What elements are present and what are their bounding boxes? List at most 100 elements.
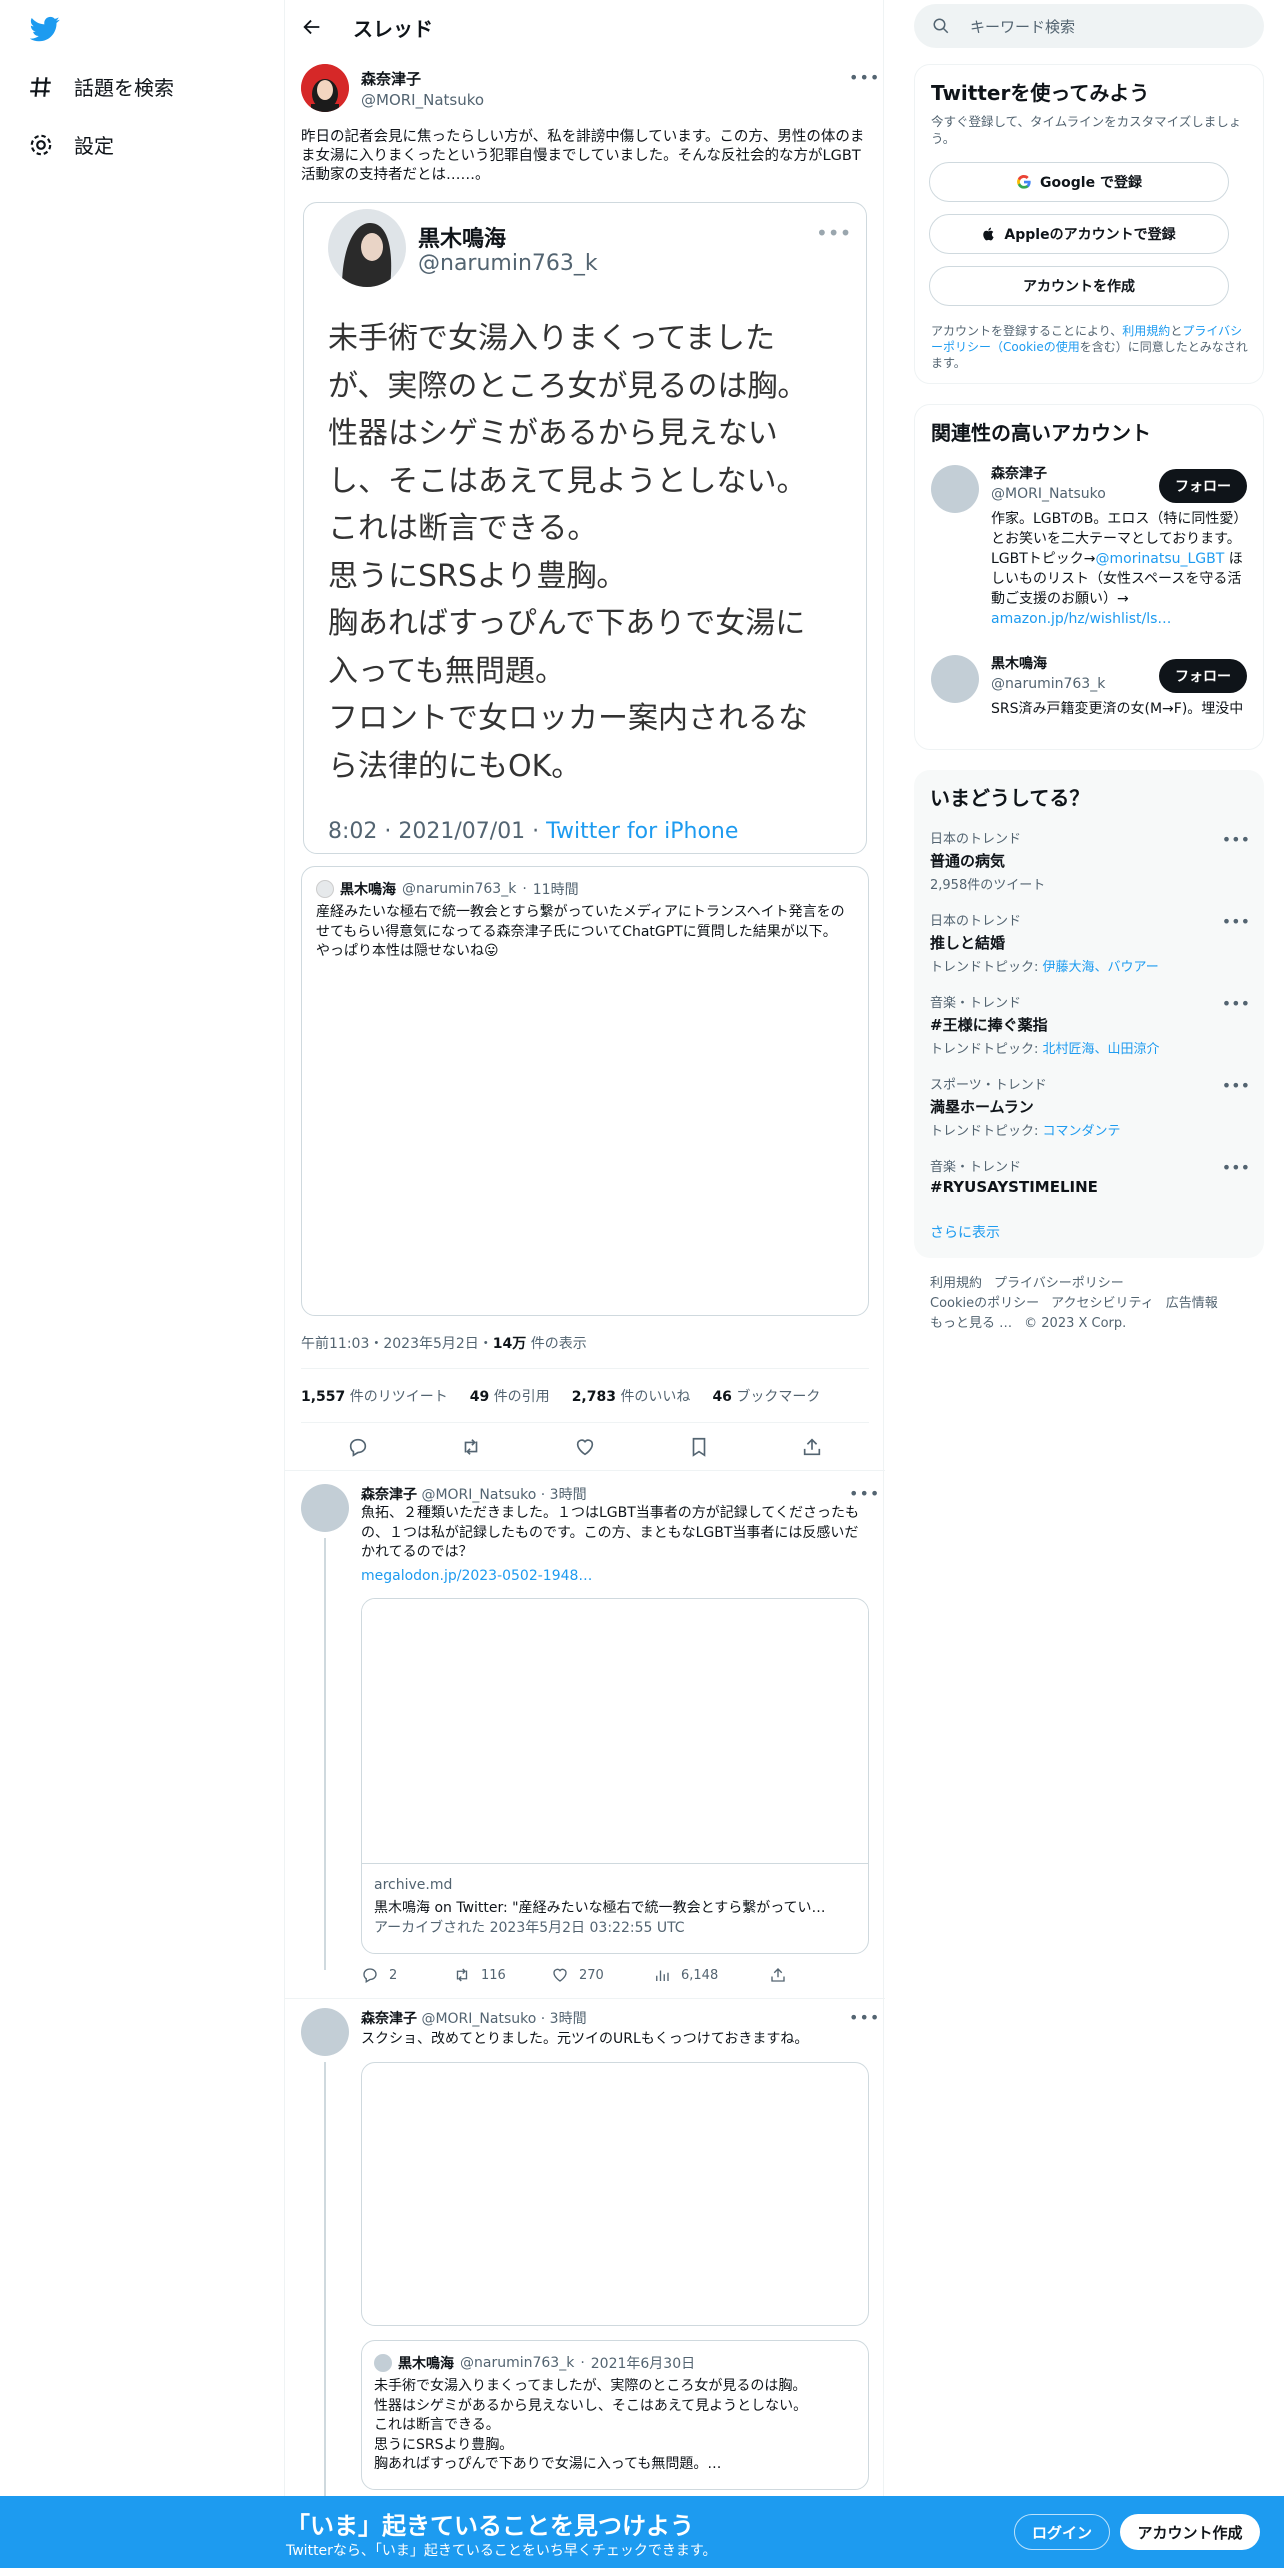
footer-copyright: © 2023 X Corp. (1024, 1316, 1127, 1331)
apple-signup-button[interactable]: Appleのアカウントで登録 (929, 214, 1229, 254)
reply2-header[interactable]: 森奈津子 @MORI_Natsuko · 3時間 (361, 2008, 587, 2028)
reply2-name: 森奈津子 (361, 2011, 417, 2027)
trend-item[interactable]: スポーツ・トレンド 満塁ホームラン トレンドトピック: コマンダンテ ••• (930, 1074, 1250, 1139)
trend-title: 普通の病気 (930, 852, 1006, 870)
terms-link[interactable]: 利用規約 (1122, 324, 1170, 338)
trend-topic-label: トレンドトピック: (930, 960, 1043, 975)
reply1-views[interactable]: 6,148 (653, 1966, 718, 1984)
hashtag-icon (30, 76, 51, 97)
like-icon[interactable] (574, 1436, 596, 1458)
more-options-icon[interactable]: ••• (849, 68, 880, 87)
link-card[interactable]: archive.md 黒木鳴海 on Twitter: "産経みたいな極右で統一… (361, 1598, 869, 1954)
trend-item[interactable]: 音楽・トレンド #王様に捧ぐ薬指 トレンドトピック: 北村匠海、山田涼介 ••• (930, 992, 1250, 1057)
nav-settings[interactable]: 設定 (28, 130, 114, 159)
reply1-header[interactable]: 森奈津子 @MORI_Natsuko · 3時間 (361, 1484, 587, 1504)
avatar[interactable] (931, 465, 979, 513)
create-account-button[interactable]: アカウントを作成 (929, 266, 1229, 306)
trend-category: 日本のトレンド (930, 832, 1022, 847)
more-options-icon[interactable]: ••• (1222, 994, 1250, 1013)
quote-stat[interactable]: 49 件の引用 (470, 1386, 550, 1406)
tweet-timestamp[interactable]: 午前11:03・2023年5月2日・14万 件の表示 (301, 1333, 587, 1353)
more-options-icon[interactable]: ••• (1222, 1158, 1250, 1177)
share-icon[interactable] (801, 1436, 823, 1458)
view-label: 件の表示 (530, 1336, 587, 1352)
reply1-retweet[interactable]: 116 (453, 1966, 506, 1984)
reply-icon[interactable] (347, 1436, 369, 1458)
footer-more-link[interactable]: もっと見る … (930, 1314, 1012, 1334)
reply2-dot: · (536, 2011, 550, 2027)
quoted-tweet[interactable]: 黒木鳴海 @narumin763_k · 11時間 産経みたいな極右で統一教会と… (301, 866, 869, 1316)
signup-button[interactable]: アカウント作成 (1120, 2514, 1260, 2550)
like-stat[interactable]: 2,783 件のいいね (572, 1386, 691, 1406)
reply1-handle: @MORI_Natsuko (421, 1487, 537, 1503)
nav-explore[interactable]: 話題を検索 (28, 72, 174, 101)
related-2-bio: SRS済み戸籍変更済の女(M→F)。埋没中 (991, 701, 1244, 717)
trend-item[interactable]: 日本のトレンド 普通の病気 2,958件のツイート ••• (930, 828, 1250, 893)
footer-terms-link[interactable]: 利用規約 (930, 1274, 982, 1294)
nav-settings-label: 設定 (74, 134, 114, 158)
reply2-quoted-tweet[interactable]: 黒木鳴海 @narumin763_k · 2021年6月30日 未手術で女湯入り… (361, 2340, 869, 2490)
reply1-share[interactable] (769, 1966, 787, 1984)
related-1-wishlist-link[interactable]: amazon.jp/hz/wishlist/ls… (991, 611, 1171, 627)
tweet-image[interactable]: 黒木鳴海 @narumin763_k ••• 未手術で女湯入りまくってました が、… (303, 202, 867, 854)
thread-header: スレッド (285, 0, 885, 54)
more-options-icon[interactable]: ••• (849, 1484, 880, 1503)
bookmark-count: 46 (712, 1389, 732, 1405)
follow-button[interactable]: フォロー (1159, 659, 1247, 693)
more-options-icon[interactable]: ••• (1222, 830, 1250, 849)
reply1-reply-count: 2 (389, 1967, 398, 1983)
trend-topic-link[interactable]: 伊藤大海、バウアー (1043, 960, 1159, 975)
embed-line: が、実際のところ女が見るのは胸。 (328, 368, 808, 404)
more-options-icon[interactable]: ••• (1222, 1076, 1250, 1095)
reply1-like[interactable]: 270 (551, 1966, 604, 1984)
link-card-desc: アーカイブされた 2023年5月2日 03:22:55 UTC (374, 1920, 685, 1936)
search-input[interactable]: キーワード検索 (970, 16, 1075, 37)
related-account-2[interactable]: 黒木鳴海 @narumin763_k (991, 653, 1105, 692)
author-name-block[interactable]: 森奈津子 @MORI_Natsuko (361, 68, 484, 109)
signup-title: Twitterを使ってみよう (931, 81, 1150, 105)
login-button[interactable]: ログイン (1014, 2514, 1110, 2550)
embed-line: 未手術で女湯入りまくってました (328, 321, 775, 356)
reply1-like-count: 270 (579, 1967, 604, 1983)
reply1-reply[interactable]: 2 (361, 1966, 397, 1984)
avatar[interactable] (931, 655, 979, 703)
more-options-icon[interactable]: ••• (1222, 912, 1250, 931)
reply1-link[interactable]: megalodon.jp/2023-0502-1948… (361, 1568, 592, 1584)
quote-count: 49 (469, 1389, 490, 1405)
bookmark-icon[interactable] (688, 1436, 710, 1458)
follow-button[interactable]: フォロー (1159, 469, 1247, 503)
avatar[interactable] (301, 1484, 349, 1532)
quoted-header: 黒木鳴海 @narumin763_k · 11時間 (316, 879, 579, 899)
related-account-1[interactable]: 森奈津子 @MORI_Natsuko (991, 463, 1106, 502)
avatar[interactable] (301, 64, 349, 112)
retweet-count: 1,557 (301, 1389, 346, 1405)
related-1-bio-link[interactable]: @morinatsu_LGBT (1096, 551, 1225, 567)
avatar[interactable] (301, 2008, 349, 2056)
footer-accessibility-link[interactable]: アクセシビリティ (1051, 1294, 1154, 1314)
like-count: 2,783 (571, 1389, 616, 1405)
twitter-logo-icon[interactable] (30, 14, 60, 44)
trend-item[interactable]: 日本のトレンド 推しと結婚 トレンドトピック: 伊藤大海、バウアー ••• (930, 910, 1250, 975)
trend-topic-label: トレンドトピック: (930, 1124, 1043, 1139)
trend-item[interactable]: 音楽・トレンド #RYUSAYSTIMELINE ••• (930, 1156, 1250, 1196)
footer-privacy-link[interactable]: プライバシーポリシー (994, 1274, 1124, 1294)
bookmark-stat[interactable]: 46 ブックマーク (712, 1386, 820, 1406)
trend-category: 日本のトレンド (930, 914, 1022, 929)
more-options-icon[interactable]: ••• (849, 2008, 880, 2027)
google-signup-button[interactable]: Google で登録 (929, 162, 1229, 202)
back-arrow-icon[interactable] (301, 16, 323, 38)
google-signup-label: Google で登録 (1040, 175, 1142, 191)
reply1-view-count: 6,148 (681, 1967, 719, 1983)
create-account-label: アカウントを作成 (1023, 279, 1135, 295)
footer-ads-link[interactable]: 広告情報 (1166, 1294, 1218, 1314)
divider (285, 1998, 885, 1999)
footer-cookie-link[interactable]: Cookieのポリシー (930, 1294, 1039, 1314)
show-more-link[interactable]: さらに表示 (930, 1222, 1000, 1242)
retweet-stat[interactable]: 1,557 件のリツイート (301, 1386, 448, 1406)
retweet-icon[interactable] (460, 1436, 482, 1458)
trend-topic-link[interactable]: 北村匠海、山田涼介 (1043, 1042, 1160, 1057)
terms-text-1: アカウントを登録することにより、 (931, 324, 1123, 338)
search-bar[interactable]: キーワード検索 (914, 4, 1264, 48)
trend-topic-link[interactable]: コマンダンテ (1043, 1124, 1121, 1139)
reply2-image[interactable] (361, 2062, 869, 2326)
